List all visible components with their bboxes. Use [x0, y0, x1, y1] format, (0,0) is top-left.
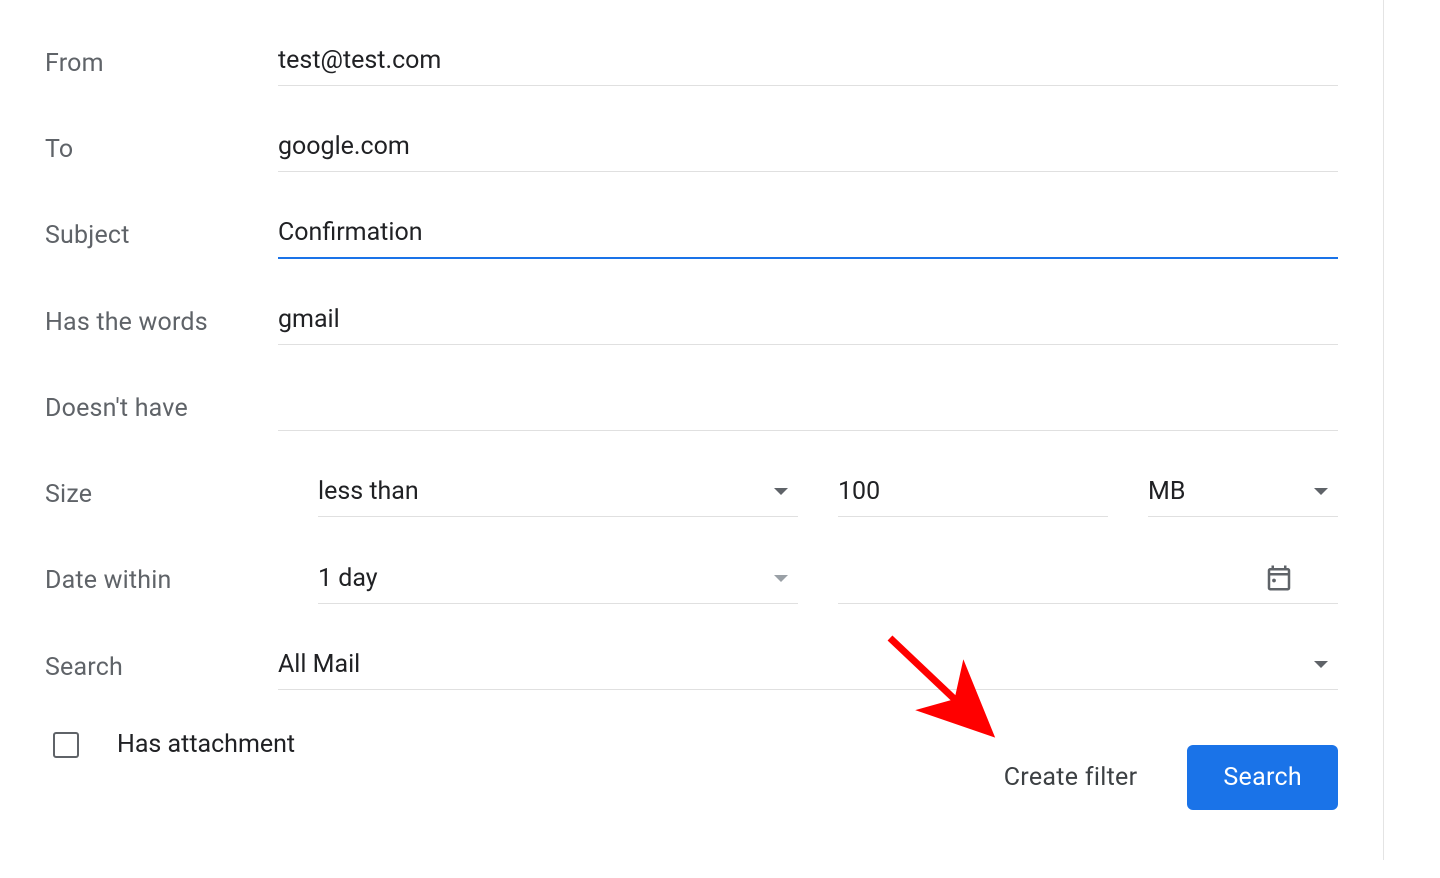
- chevron-down-icon: [774, 575, 788, 582]
- size-unit-value: MB: [1148, 477, 1185, 506]
- size-operator-value: less than: [318, 477, 419, 506]
- date-picker-input[interactable]: [838, 557, 1338, 604]
- to-row: To: [45, 126, 1338, 172]
- date-range-value: 1 day: [318, 564, 378, 593]
- size-amount-input[interactable]: [838, 471, 1108, 517]
- search-scope-label: Search: [45, 653, 278, 682]
- doesnt-have-label: Doesn't have: [45, 394, 278, 423]
- chevron-down-icon: [1314, 488, 1328, 495]
- actions-row: Create filter Search: [1004, 745, 1338, 810]
- date-within-row: Date within 1 day: [45, 557, 1338, 604]
- calendar-icon: [1264, 563, 1294, 593]
- subject-row: Subject: [45, 212, 1338, 259]
- search-button[interactable]: Search: [1187, 745, 1338, 810]
- to-input[interactable]: [278, 126, 1338, 172]
- create-filter-button[interactable]: Create filter: [1004, 763, 1138, 792]
- has-words-input-wrap: [278, 299, 1338, 345]
- has-words-row: Has the words: [45, 299, 1338, 345]
- to-input-wrap: [278, 126, 1338, 172]
- subject-input-wrap: [278, 212, 1338, 259]
- chevron-down-icon: [1314, 661, 1328, 668]
- subject-label: Subject: [45, 221, 278, 250]
- has-attachment-label: Has attachment: [117, 730, 295, 759]
- subject-input[interactable]: [278, 212, 1338, 259]
- has-words-label: Has the words: [45, 308, 278, 337]
- has-attachment-checkbox[interactable]: [53, 732, 79, 758]
- size-unit-select[interactable]: MB: [1148, 471, 1338, 517]
- search-scope-value: All Mail: [278, 650, 360, 679]
- from-input-wrap: [278, 40, 1338, 86]
- search-filter-panel: From To Subject Has the words Doesn't ha…: [0, 0, 1384, 860]
- chevron-down-icon: [774, 488, 788, 495]
- from-input[interactable]: [278, 40, 1338, 86]
- date-range-select[interactable]: 1 day: [318, 558, 798, 604]
- date-within-label: Date within: [45, 566, 278, 595]
- doesnt-have-input[interactable]: [278, 385, 1338, 431]
- from-row: From: [45, 40, 1338, 86]
- doesnt-have-input-wrap: [278, 385, 1338, 431]
- has-words-input[interactable]: [278, 299, 1338, 345]
- to-label: To: [45, 135, 278, 164]
- size-label: Size: [45, 480, 278, 509]
- size-operator-select[interactable]: less than: [318, 471, 798, 517]
- search-scope-select[interactable]: All Mail: [278, 644, 1338, 690]
- search-scope-row: Search All Mail: [45, 644, 1338, 690]
- size-row: Size less than MB: [45, 471, 1338, 517]
- doesnt-have-row: Doesn't have: [45, 385, 1338, 431]
- from-label: From: [45, 49, 278, 78]
